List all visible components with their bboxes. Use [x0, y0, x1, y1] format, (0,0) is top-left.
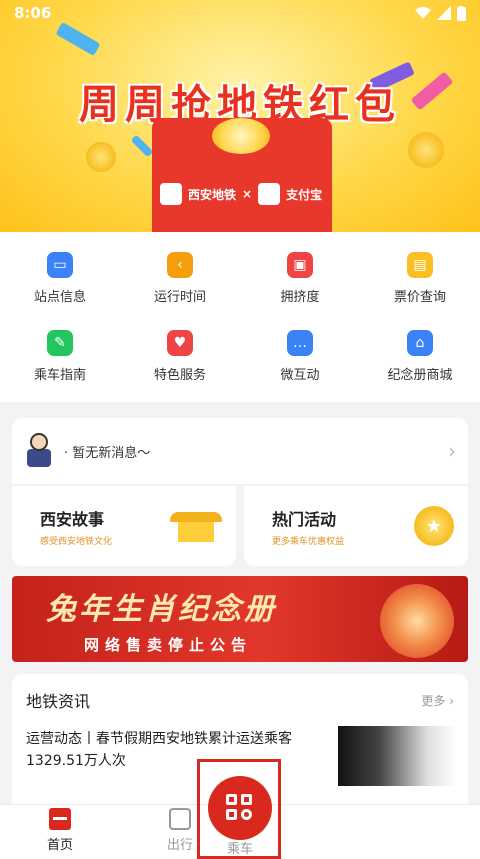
status-icons: [415, 5, 466, 21]
nav-ride-label: 乘车: [226, 842, 253, 857]
alipay-logo-icon: 支: [258, 183, 281, 205]
news-more-link[interactable]: 更多 ›: [421, 692, 454, 709]
shopping-bag-icon: ⌂: [407, 330, 433, 356]
grid-label: 特色服务: [153, 368, 206, 383]
metro-logo-text: 西安地铁: [188, 187, 237, 202]
xian-story-card[interactable]: 西安故事 感受西安地铁文化: [12, 486, 236, 566]
promo-title: 兔年生肖纪念册: [46, 592, 277, 627]
grid-item-fare-lookup[interactable]: ▤ 票价查询: [360, 252, 480, 330]
notice-bar[interactable]: · 暂无新消息〜 ›: [12, 418, 468, 484]
grid-label: 纪念册商城: [387, 368, 453, 383]
coin-decoration: [86, 142, 116, 172]
status-time: 8:06: [14, 4, 52, 22]
news-item[interactable]: 运营动态丨春节假期西安地铁累计运送乘客1329.51万人次: [12, 714, 332, 772]
heart-icon: ♥: [167, 330, 193, 356]
card-title: 西安故事: [40, 509, 105, 529]
grid-item-crowding[interactable]: ▣ 拥挤度: [240, 252, 360, 330]
card-title: 热门活动: [272, 509, 337, 529]
chevron-right-icon: ›: [448, 439, 456, 463]
coin-decoration: [408, 132, 444, 168]
grid-label: 拥挤度: [280, 290, 320, 305]
signal-icon: [437, 6, 451, 20]
card-subtitle: 更多乘车优惠权益: [272, 536, 345, 547]
news-section-title: 地铁资讯: [26, 692, 91, 711]
coin-decoration: [212, 118, 270, 154]
ribbon-decoration: [130, 134, 154, 158]
function-grid: ▭ 站点信息 ‹ 运行时间 ▣ 拥挤度 ▤ 票价查询 ✎ 乘车指南 ♥ 特色服务…: [0, 232, 480, 402]
grid-item-ride-guide[interactable]: ✎ 乘车指南: [0, 330, 120, 408]
notice-text: · 暂无新消息〜: [64, 445, 151, 461]
status-bar: 8:06: [0, 0, 480, 26]
train-icon: [169, 808, 191, 830]
info-card-icon: ▭: [47, 252, 73, 278]
nav-label: 首页: [46, 838, 73, 853]
grid-label: 票价查询: [393, 290, 446, 305]
star-coin-icon: ★: [414, 506, 454, 546]
metro-logo-icon: ■: [160, 183, 182, 205]
grid-label: 微互动: [280, 368, 320, 383]
chat-icon: …: [287, 330, 313, 356]
ticket-icon: ▤: [407, 252, 433, 278]
bus-icon: ▣: [287, 252, 313, 278]
grid-item-operating-hours[interactable]: ‹ 运行时间: [120, 252, 240, 330]
partner-logos: ■ 西安地铁 × 支 支付宝: [160, 180, 340, 208]
clock-icon: ‹: [167, 252, 193, 278]
grid-item-station-info[interactable]: ▭ 站点信息: [0, 252, 120, 330]
grid-item-interaction[interactable]: … 微互动: [240, 330, 360, 408]
news-thumbnail[interactable]: [338, 726, 456, 786]
alipay-logo-text: 支付宝: [286, 187, 323, 202]
logo-separator: ×: [242, 187, 253, 201]
city-gate-icon: [170, 508, 222, 544]
promo-banner[interactable]: 8:06 周周抢地铁红包 ■ 西安地铁 × 支 支付宝: [0, 0, 480, 232]
metro-home-icon: [49, 808, 71, 830]
grid-label: 乘车指南: [33, 368, 86, 383]
souvenir-promo-banner[interactable]: 兔年生肖纪念册 网络售卖停止公告: [12, 576, 468, 662]
battery-icon: [457, 5, 466, 21]
wifi-icon: [415, 7, 431, 19]
nav-home[interactable]: 首页: [0, 805, 120, 859]
qr-code-icon: [226, 794, 254, 822]
hot-activity-card[interactable]: 热门活动 更多乘车优惠权益 ★: [244, 486, 468, 566]
grid-label: 站点信息: [33, 290, 86, 305]
ride-qr-button[interactable]: [208, 776, 272, 840]
mascot-icon: [24, 433, 54, 469]
card-subtitle: 感受西安地铁文化: [40, 536, 113, 547]
grid-item-special-service[interactable]: ♥ 特色服务: [120, 330, 240, 408]
grid-label: 运行时间: [153, 290, 206, 305]
feather-icon: ✎: [47, 330, 73, 356]
promo-subtitle: 网络售卖停止公告: [84, 636, 253, 654]
ribbon-decoration: [55, 21, 101, 57]
nav-label: 出行: [166, 838, 193, 853]
grid-item-souvenir-mall[interactable]: ⌂ 纪念册商城: [360, 330, 480, 408]
rabbit-illustration: [380, 584, 454, 658]
feature-cards: 西安故事 感受西安地铁文化 热门活动 更多乘车优惠权益 ★: [12, 486, 468, 566]
news-header: 地铁资讯 更多 ›: [12, 674, 468, 714]
